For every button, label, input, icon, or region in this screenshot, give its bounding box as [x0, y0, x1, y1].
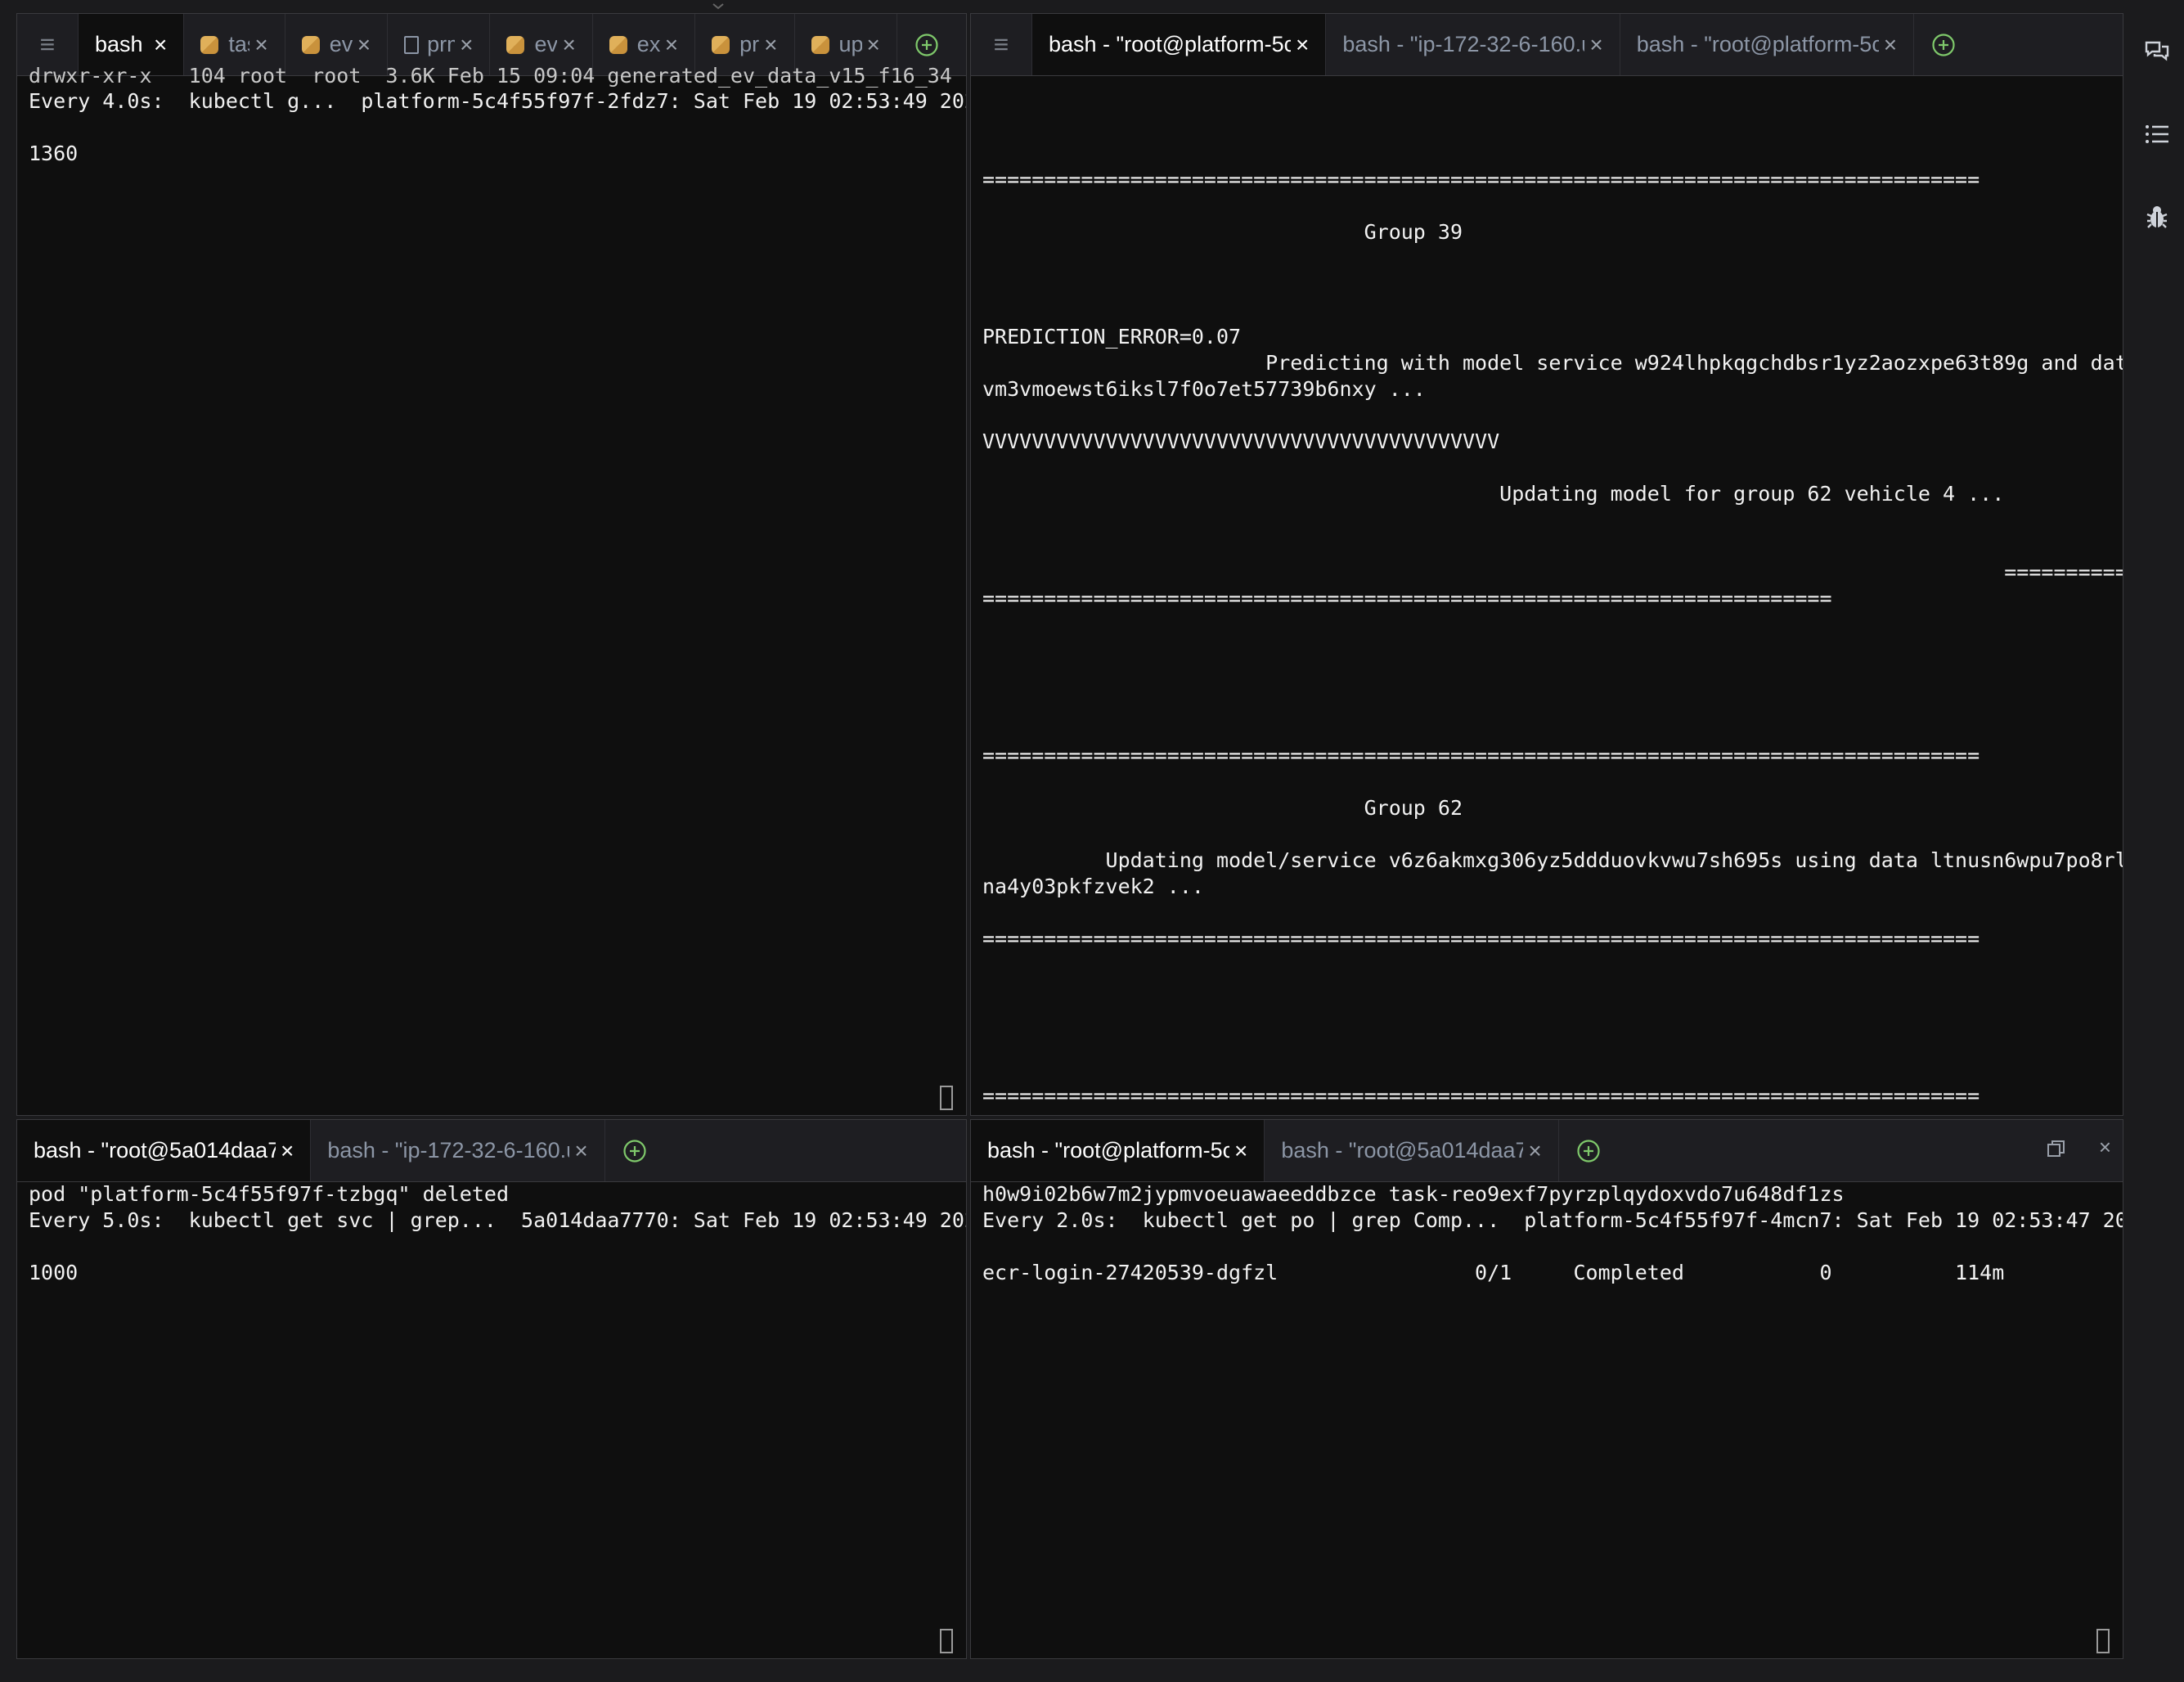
tab-label: up — [838, 32, 862, 56]
close-icon[interactable]: × — [1528, 1138, 1541, 1164]
tab-label: bash - "ip-172-32-6-160.u — [327, 1138, 570, 1163]
tab-bash[interactable]: bash - "root@5a014daa77 × — [17, 1120, 312, 1181]
tab-label: ev — [329, 32, 353, 56]
terminal-output[interactable]: h0w9i02b6w7m2jypmvoeuawaeeddbzce task-re… — [971, 1182, 2123, 1658]
tab-bash[interactable]: bash - "root@platform-5c4 × — [1032, 14, 1327, 75]
terminal-line: ecr-login-27420539-dgfzl 0/1 Completed 0… — [982, 1261, 2005, 1284]
terminal-output[interactable]: ========================================… — [971, 77, 2123, 1115]
tab-bash[interactable]: bash - "ip-172-32-6-160.u × — [311, 1120, 605, 1181]
pane-bottom-left: bash - "root@5a014daa77 × bash - "ip-172… — [16, 1119, 967, 1659]
terminal-line: ========================================… — [982, 927, 1980, 951]
tab-label: bash - "root@platform-5c4 — [1049, 32, 1291, 56]
tab-label: ev — [534, 32, 558, 56]
terminal-cursor — [940, 1629, 953, 1653]
terminal-line: Every 2.0s: kubectl get po | grep Comp..… — [982, 1208, 2123, 1232]
close-icon[interactable]: × — [460, 32, 473, 58]
terminal-line: 1360 — [29, 142, 79, 165]
close-icon[interactable]: × — [357, 32, 371, 58]
close-pane-button[interactable]: × — [2099, 1135, 2111, 1160]
plus-circle-icon — [1932, 33, 1955, 56]
add-tab-button[interactable] — [1567, 1120, 1610, 1181]
tab-label: bash - "ip-172-32-6-160.u — [1342, 32, 1585, 56]
list-icon[interactable] — [2137, 123, 2177, 146]
restore-icon — [2047, 1140, 2065, 1157]
python-file-icon — [200, 35, 219, 54]
terminal-line: ========================================… — [982, 168, 1980, 191]
close-icon[interactable]: × — [254, 32, 267, 58]
plus-circle-icon — [915, 33, 938, 56]
tab-bar: bash - "root@5a014daa77 × bash - "ip-172… — [17, 1120, 966, 1182]
terminal-line: Updating model for group 62 vehicle 4 ..… — [982, 482, 2005, 506]
terminal-line: vm3vmoewst6iksl7f0o7et57739b6nxy ... — [982, 377, 1426, 401]
terminal-cursor — [940, 1086, 953, 1110]
pane-top-left: ≡ bash - "root@platform-5c4 × task × ev … — [16, 13, 967, 1116]
terminal-line: 1000 — [29, 1261, 79, 1284]
close-icon[interactable]: × — [1884, 32, 1897, 58]
python-file-icon — [811, 35, 829, 54]
tab-label: bash - "root@5a014daa77 — [1281, 1138, 1524, 1163]
collapse-chevron-icon[interactable] — [710, 0, 726, 10]
close-icon[interactable]: × — [665, 32, 678, 58]
restore-window-button[interactable] — [2046, 1138, 2067, 1165]
comments-icon[interactable] — [2137, 39, 2177, 62]
close-icon[interactable]: × — [867, 32, 880, 58]
tab-bar: ≡ bash - "root@platform-5c4 × bash - "ip… — [971, 14, 2123, 76]
menu-icon[interactable]: ≡ — [971, 14, 1032, 75]
terminal-output[interactable]: pod "platform-5c4f55f97f-tzbgq" deleted … — [17, 1182, 967, 1658]
python-file-icon — [301, 35, 320, 54]
terminal-line: na4y03pkfzvek2 ... — [982, 875, 1204, 898]
pane-bottom-right: bash - "root@platform-5c4 × bash - "root… — [970, 1119, 2123, 1659]
plus-circle-icon — [1577, 1139, 1600, 1163]
close-icon[interactable]: × — [1296, 32, 1309, 58]
close-icon[interactable]: × — [1234, 1138, 1247, 1164]
close-icon[interactable]: × — [562, 32, 575, 58]
terminal-line: VVVVVVVVVVVVVVVVVVVVVVVVVVVVVVVVVVVVVVVV… — [982, 429, 1500, 453]
terminal-line: Predicting with model service w924lhpkqg… — [982, 351, 2123, 375]
tab-bar: bash - "root@platform-5c4 × bash - "root… — [971, 1120, 2123, 1182]
tab-label: bash - "root@platform-5c4 — [987, 1138, 1229, 1163]
python-file-icon — [506, 35, 525, 54]
python-file-icon — [712, 35, 730, 54]
tab-label: prm — [427, 32, 455, 56]
close-icon: × — [2098, 1135, 2111, 1159]
add-tab-button[interactable] — [1922, 14, 1965, 75]
tab-label: bash - "root@platform-5c4 — [95, 32, 149, 56]
terminal-line: Every 5.0s: kubectl get svc | grep... 5a… — [29, 1208, 967, 1232]
terminal-line: ========================================… — [982, 744, 1980, 767]
close-icon[interactable]: × — [1589, 32, 1602, 58]
terminal-line: PREDICTION_ERROR=0.07 — [982, 325, 1242, 349]
tab-label: ex — [636, 32, 660, 56]
tab-label: task — [228, 32, 249, 56]
terminal-line: ========================================… — [982, 1084, 1980, 1108]
terminal-line: pod "platform-5c4f55f97f-tzbgq" deleted — [29, 1182, 509, 1206]
terminal-output[interactable]: drwxr-xr-x 104 root root 3.6K Feb 15 09:… — [17, 64, 967, 1115]
bug-icon[interactable] — [2137, 205, 2177, 229]
right-sidebar — [2130, 0, 2184, 1682]
tab-label: pr — [739, 32, 760, 56]
terminal-line: Updating model/service v6z6akmxg306yz5dd… — [982, 848, 2123, 872]
pane-top-right: ≡ bash - "root@platform-5c4 × bash - "ip… — [970, 13, 2123, 1116]
close-icon[interactable]: × — [574, 1138, 587, 1164]
terminal-line: Group 62 — [982, 796, 1463, 820]
terminal-line: ============ — [982, 560, 2123, 584]
tab-bash[interactable]: bash - "root@platform-5c4 × — [971, 1120, 1265, 1181]
close-icon[interactable]: × — [154, 32, 167, 58]
tab-label: bash - "root@platform-5c4 — [1636, 32, 1879, 56]
tab-bash[interactable]: bash - "ip-172-32-6-160.u × — [1326, 14, 1620, 75]
terminal-cursor — [2096, 1629, 2110, 1653]
python-file-icon — [609, 35, 627, 54]
tab-label: bash - "root@5a014daa77 — [34, 1138, 276, 1163]
terminal-line: Every 4.0s: kubectl g... platform-5c4f55… — [29, 89, 967, 113]
tab-bash[interactable]: bash - "root@5a014daa77 × — [1265, 1120, 1559, 1181]
terminal-line: h0w9i02b6w7m2jypmvoeuawaeeddbzce task-re… — [982, 1182, 1845, 1206]
close-icon[interactable]: × — [281, 1138, 294, 1164]
terminal-line: drwxr-xr-x 104 root root 3.6K Feb 15 09:… — [29, 64, 952, 88]
terminal-line: ========================================… — [982, 587, 1832, 610]
add-tab-button[interactable] — [613, 1120, 656, 1181]
plus-circle-icon — [623, 1139, 646, 1163]
document-icon — [404, 35, 420, 54]
terminal-line: Group 39 — [982, 220, 1463, 244]
close-icon[interactable]: × — [764, 32, 777, 58]
tab-bash[interactable]: bash - "root@platform-5c4 × — [1620, 14, 1915, 75]
